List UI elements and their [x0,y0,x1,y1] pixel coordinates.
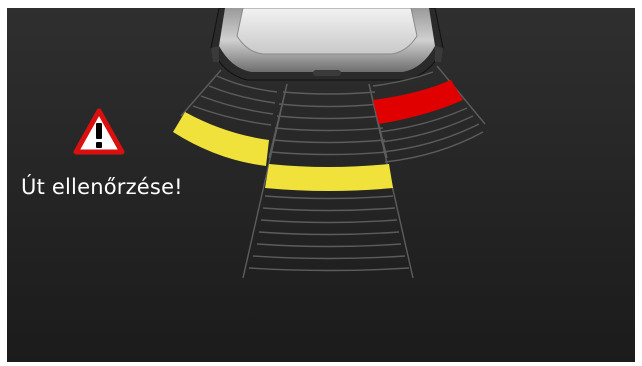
left-sensor-bar [173,112,269,166]
warning-triangle-icon [73,108,125,155]
warning-message: Út ellenőrzése! [21,175,183,199]
right-sensor-bar [373,80,463,124]
center-sensor-bar [265,164,393,191]
car-rear-icon [210,8,444,81]
parking-sensor-screen: Út ellenőrzése! [7,8,635,362]
